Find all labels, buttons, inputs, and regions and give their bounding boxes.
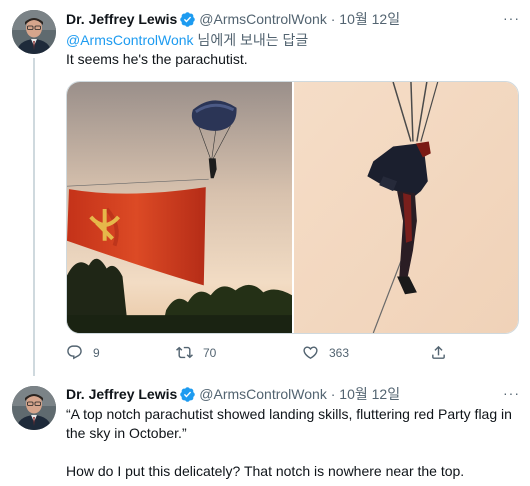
tweet-text: How do I put this delicately? That notch… <box>66 463 465 479</box>
tweet-date[interactable]: 10월 12일 <box>339 9 400 29</box>
author-avatar[interactable] <box>12 10 56 54</box>
author-name[interactable]: Dr. Jeffrey Lewis <box>66 386 177 402</box>
tweet[interactable]: Dr. Jeffrey Lewis @ArmsControlWonk · 10월… <box>0 372 530 486</box>
tweet-text: It seems he's the parachutist. <box>66 51 248 67</box>
reply-mention-link[interactable]: @ArmsControlWonk <box>66 32 194 48</box>
like-button[interactable]: 363 <box>302 344 349 361</box>
tweet-quote-text: “A top notch parachutist showed landing … <box>66 406 512 441</box>
reply-count: 9 <box>93 345 100 360</box>
tweet-header: Dr. Jeffrey Lewis @ArmsControlWonk · 10월… <box>66 385 520 403</box>
heart-icon <box>302 344 329 361</box>
tweet-date[interactable]: 10월 12일 <box>339 384 400 404</box>
parachutist-flag-photo[interactable] <box>67 82 292 333</box>
tweet-media[interactable] <box>66 81 519 334</box>
tweet-actions: 9 70 363 <box>66 344 466 364</box>
retweet-count: 70 <box>203 345 217 360</box>
retweet-button[interactable]: 70 <box>176 344 216 361</box>
reply-button[interactable]: 9 <box>66 344 100 361</box>
more-icon[interactable]: ··· <box>503 385 520 401</box>
separator-dot: · <box>330 386 336 402</box>
author-avatar[interactable] <box>12 386 56 430</box>
tweet-header: Dr. Jeffrey Lewis @ArmsControlWonk · 10월… <box>66 10 520 28</box>
reply-icon <box>66 344 93 361</box>
share-icon <box>430 344 457 361</box>
more-icon[interactable]: ··· <box>503 10 520 26</box>
thread-connector <box>33 58 35 376</box>
verified-badge-icon <box>179 386 196 403</box>
reply-suffix: 님에게 보내는 답글 <box>193 32 309 48</box>
retweet-icon <box>176 344 203 361</box>
separator-dot: · <box>330 11 336 27</box>
like-count: 363 <box>329 345 350 360</box>
author-handle[interactable]: @ArmsControlWonk <box>199 11 327 27</box>
author-handle[interactable]: @ArmsControlWonk <box>199 386 327 402</box>
tweet-content: Dr. Jeffrey Lewis @ArmsControlWonk · 10월… <box>66 10 520 69</box>
tweet[interactable]: Dr. Jeffrey Lewis @ArmsControlWonk · 10월… <box>0 0 530 376</box>
verified-badge-icon <box>179 11 196 28</box>
parachutist-closeup-photo[interactable] <box>294 82 518 333</box>
reply-context: @ArmsControlWonk 님에게 보내는 답글 <box>66 30 520 50</box>
tweet-content: Dr. Jeffrey Lewis @ArmsControlWonk · 10월… <box>66 385 520 481</box>
author-name[interactable]: Dr. Jeffrey Lewis <box>66 11 177 27</box>
share-button[interactable] <box>430 344 457 361</box>
